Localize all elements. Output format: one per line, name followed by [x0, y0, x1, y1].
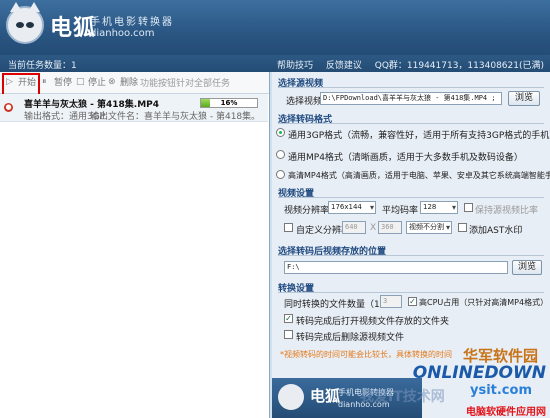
qq-group-text: QQ群：119441713，113408621(已满) [374, 61, 544, 71]
delete-source-checkbox[interactable] [284, 330, 293, 339]
toolbar-hint: 功能按钮针对全部任务 [140, 79, 231, 89]
watermark-mid: ONLINEDOWN [412, 363, 546, 383]
split-select[interactable]: 视频不分割 [406, 221, 452, 234]
format-option-3gp[interactable]: 通用3GP格式（流畅，兼容性好，适用于所有支持3GP格式的手机） [288, 128, 550, 141]
keep-bitrate-checkbox[interactable] [464, 203, 473, 212]
video-file-icon: ● [4, 103, 13, 112]
resolution-x: X [370, 223, 377, 233]
resolution-select[interactable]: 176x144 [328, 201, 376, 214]
custom-resolution-checkbox[interactable] [284, 223, 293, 232]
format-option-hd-mp4[interactable]: 高清MP4格式（高清画质，适用于电脑、苹果、安卓及其它系统高端智能手机） [288, 170, 550, 181]
concurrent-count-input[interactable]: 3 [380, 295, 402, 308]
custom-width-input[interactable]: 640 [342, 221, 366, 234]
resolution-label: 视频分辨率 [284, 206, 330, 216]
watermark-low: ysit.com [469, 383, 532, 398]
task-toolbar: ▷ 开始 ⏸ 暂停 □ 停止 ⊗ 删除 功能按钮针对全部任务 [0, 72, 269, 94]
pause-icon: ⏸ [42, 77, 47, 87]
open-folder-label: 转码完成后打开视频文件存放的文件夹 [296, 317, 450, 327]
feedback-link[interactable]: 反馈建议 [326, 61, 362, 71]
task-progress-label: 16% [220, 99, 238, 107]
fox-logo-icon [278, 384, 304, 410]
output-browse-button[interactable]: 浏览 [512, 260, 542, 275]
brand-subtitle: 手机电影转换器 [90, 17, 174, 28]
app-header: 电狐 手机电影转换器 dianhoo.com [0, 0, 550, 55]
custom-height-input[interactable]: 360 [378, 221, 402, 234]
open-folder-checkbox[interactable]: ✓ [284, 314, 293, 323]
task-progress-bar: 16% [200, 98, 258, 108]
task-count: 当前任务数量：1 [8, 61, 77, 71]
output-path-input[interactable]: F:\ [284, 261, 508, 274]
brand-url: dianhoo.com [90, 28, 155, 39]
source-path-input[interactable]: D:\FPDownload\喜羊羊与灰太狼 - 第418集.MP4 ; [320, 92, 502, 105]
stop-button[interactable]: □ 停止 [76, 76, 106, 90]
site-watermark: 华军软件园 ONLINEDOWN ysit.com 电脑软硬件应用网 [413, 345, 550, 418]
delete-button[interactable]: ⊗ 删除 [108, 76, 138, 90]
task-output-name: 输出文件名：喜羊羊与灰太狼 - 第418集。 [90, 112, 261, 122]
fox-logo-icon [6, 2, 44, 44]
format-radio-hd-mp4[interactable] [276, 170, 285, 179]
delete-source-label: 转码完成后删除源视频文件 [296, 333, 405, 343]
format-radio-mp4[interactable] [276, 150, 285, 159]
source-label: 选择视频 [286, 97, 323, 107]
keep-bitrate-label: 保持源视频比率 [475, 206, 539, 216]
task-panel: ▷ 开始 ⏸ 暂停 □ 停止 ⊗ 删除 功能按钮针对全部任务 ● 喜羊羊与灰太狼… [0, 72, 270, 418]
bitrate-select[interactable]: 128 [420, 201, 458, 214]
bitrate-label: 平均码率 [382, 206, 419, 216]
delete-icon: ⊗ [108, 77, 116, 87]
format-option-mp4[interactable]: 通用MP4格式（清晰画质，适用于大多数手机及数码设备） [288, 150, 523, 163]
status-bar: 当前任务数量：1 帮助技巧 反馈建议 QQ群：119441713，1134086… [0, 55, 550, 72]
task-row[interactable]: ● 喜羊羊与灰太狼 - 第418集.MP4 输出格式：通用3GP 输出文件名：喜… [0, 94, 268, 122]
watermark-label: 添加AST水印 [469, 226, 523, 236]
conversion-notice: *视频转码的时间可能会比较长，具体转换的时间 [280, 350, 452, 359]
watermark-bottom: 电脑软硬件应用网 [466, 407, 546, 418]
stop-icon: □ [76, 77, 85, 87]
high-cpu-label: 高CPU占用（只针对高清MP4格式） [419, 298, 549, 307]
source-browse-button[interactable]: 浏览 [508, 91, 540, 106]
watermark-checkbox[interactable] [458, 223, 467, 232]
footer-brand: 电狐 [310, 387, 341, 405]
pause-button[interactable]: ⏸ 暂停 [42, 76, 72, 90]
help-link[interactable]: 帮助技巧 [277, 61, 313, 71]
format-radio-3gp[interactable] [276, 128, 285, 137]
high-cpu-checkbox[interactable]: ✓ [408, 297, 417, 306]
